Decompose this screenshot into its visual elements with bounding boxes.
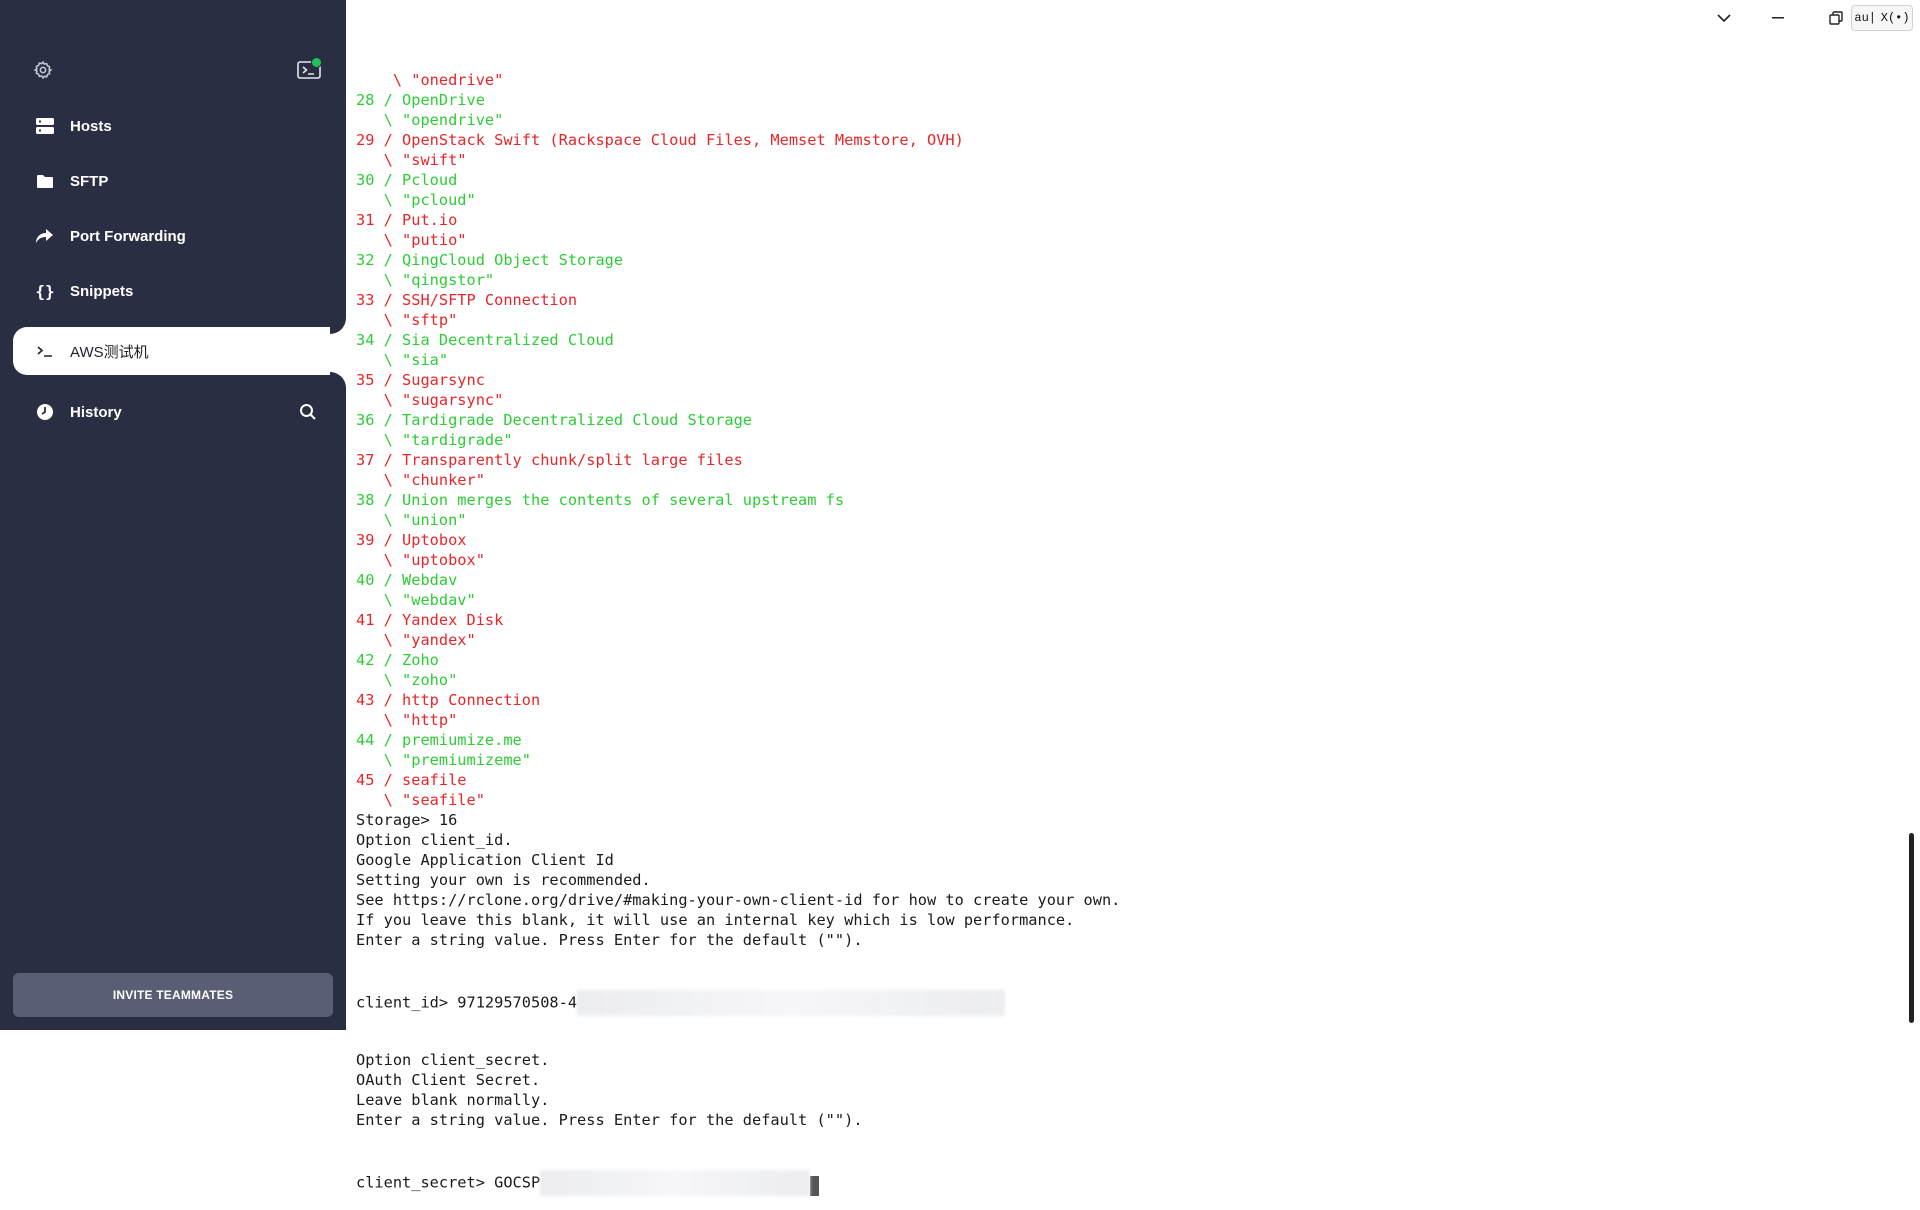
terminal-line: 43 / http Connection [356,691,541,709]
terminal-line: \ "qingstor" [356,271,495,289]
terminal-line: Setting your own is recommended. [356,871,651,889]
sidebar-item-label: AWS测试机 [70,343,149,361]
sidebar-item-sftp[interactable]: SFTP [13,157,346,205]
terminal-line: \ "putio" [356,231,467,249]
prompt-icon [30,341,60,361]
terminal-line: Storage> 16 [356,811,458,829]
client-secret-prompt: client_secret> GOCSP [356,1173,541,1192]
terminal-scrollbar[interactable] [1909,833,1914,1023]
terminal-line: 40 / Webdav [356,571,458,589]
gear-icon[interactable] [28,55,58,85]
terminal-line: \ "pcloud" [356,191,476,209]
terminal-line: 35 / Sugarsync [356,371,485,389]
sidebar-item-label: Snippets [70,282,134,300]
sidebar: Hosts SFTP Port Forwarding {} Snippets A… [0,0,346,1030]
terminal-line: 38 / Union merges the contents of severa… [356,491,845,509]
sidebar-item-label: Hosts [70,117,112,135]
restore-icon[interactable] [1824,6,1848,30]
chevron-down-icon[interactable] [1712,6,1736,30]
terminal-line: \ "swift" [356,151,467,169]
terminal-lines-after: Option client_secret. OAuth Client Secret… [356,1050,1896,1130]
terminal-line: \ "http" [356,711,458,729]
terminal-line: If you leave this blank, it will use an … [356,911,1075,929]
terminal-icon[interactable] [294,55,324,85]
terminal-line: \ "premiumizeme" [356,751,531,769]
terminal-line: Enter a string value. Press Enter for th… [356,931,863,949]
terminal-line: 39 / Uptobox [356,531,467,549]
status-dot [311,57,322,68]
minimize-icon[interactable] [1766,6,1790,30]
terminal-line: 44 / premiumize.me [356,731,522,749]
terminal-line: \ "sia" [356,351,449,369]
terminal-line: \ "webdav" [356,591,476,609]
tab-notch-bottom [330,372,346,388]
terminal-line: \ "zoho" [356,671,458,689]
terminal-line: Leave blank normally. [356,1091,550,1109]
terminal-line: 41 / Yandex Disk [356,611,504,629]
redacted-blur [540,1170,811,1196]
terminal-line: See https://rclone.org/drive/#making-you… [356,891,1121,909]
clock-icon [30,402,60,422]
terminal-line: 45 / seafile [356,771,467,789]
sidebar-item-hosts[interactable]: Hosts [13,102,346,150]
sidebar-item-label: History [70,403,122,421]
sidebar-top-bar [28,55,324,85]
sidebar-item-snippets[interactable]: {} Snippets [13,267,346,315]
terminal-line: \ "sftp" [356,311,458,329]
terminal-line: OAuth Client Secret. [356,1071,541,1089]
terminal-lines: \ "onedrive" 28 / OpenDrive \ "opendrive"… [356,70,1896,950]
terminal-line: Option client_secret. [356,1051,550,1069]
terminal-line: \ "chunker" [356,471,485,489]
client-secret-line: client_secret> GOCSP [356,1170,1896,1196]
badge-left-text: au| [1854,11,1876,25]
terminal-line: 32 / QingCloud Object Storage [356,251,624,269]
terminal-line: \ "yandex" [356,631,476,649]
tab-notch-top [330,318,346,334]
terminal-line: \ "onedrive" [356,71,504,89]
terminal-line: \ "seafile" [356,791,485,809]
braces-icon: {} [35,281,55,301]
folder-icon [30,171,60,191]
sidebar-item-label: Port Forwarding [70,227,186,245]
sidebar-item-port-forwarding[interactable]: Port Forwarding [13,212,346,260]
terminal-line: Google Application Client Id [356,851,614,869]
redacted-blur [577,990,1006,1016]
badge-right-text: X(•) [1880,11,1910,25]
terminal-line: 30 / Pcloud [356,171,458,189]
terminal-cursor [810,1176,820,1196]
terminal-line: 33 / SSH/SFTP Connection [356,291,578,309]
terminal-line: 36 / Tardigrade Decentralized Cloud Stor… [356,411,753,429]
terminal-line: Option client_id. [356,831,513,849]
client-id-prompt: client_id> 97129570508-4 [356,993,578,1012]
terminal-line: 42 / Zoho [356,651,439,669]
terminal-line: \ "sugarsync" [356,391,504,409]
terminal-line: 31 / Put.io [356,211,458,229]
input-method-badge[interactable]: au| X(•) [1851,5,1913,31]
terminal-line: 37 / Transparently chunk/split large fil… [356,451,743,469]
terminal-line: \ "union" [356,511,467,529]
terminal-line: 29 / OpenStack Swift (Rackspace Cloud Fi… [356,131,964,149]
client-id-line: client_id> 97129570508-4 [356,990,1896,1016]
terminal-line: 34 / Sia Decentralized Cloud [356,331,614,349]
terminal-output[interactable]: \ "onedrive" 28 / OpenDrive \ "opendrive"… [356,30,1896,1196]
terminal-line: 28 / OpenDrive [356,91,485,109]
tab-aws-host[interactable]: AWS测试机 [13,327,346,375]
forward-arrow-icon [30,226,60,246]
terminal-line: \ "opendrive" [356,111,504,129]
invite-teammates-button[interactable]: INVITE TEAMMATES [13,973,333,1017]
sidebar-item-label: SFTP [70,172,109,190]
terminal-line: \ "uptobox" [356,551,485,569]
server-icon [30,116,60,136]
terminal-line: \ "tardigrade" [356,431,513,449]
terminal-line: Enter a string value. Press Enter for th… [356,1111,863,1129]
sidebar-item-history[interactable]: History [13,388,346,436]
search-icon[interactable] [296,400,320,424]
